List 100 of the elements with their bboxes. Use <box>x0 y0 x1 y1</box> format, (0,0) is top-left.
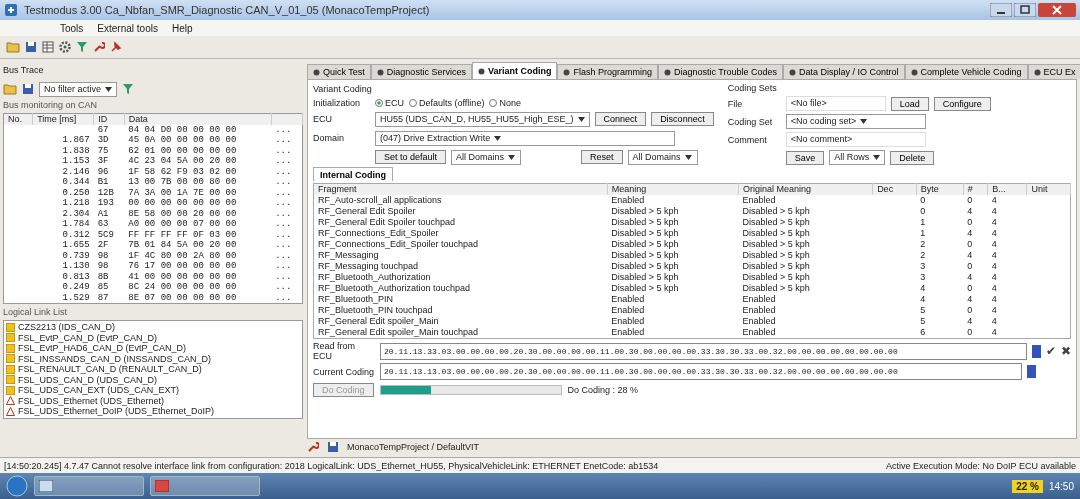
delete-button[interactable]: Delete <box>890 150 935 165</box>
column-header[interactable]: Fragment <box>313 183 608 195</box>
configure-button[interactable]: Configure <box>933 96 991 111</box>
logical-link-item[interactable]: FSL_RENAULT_CAN_D (RENAULT_CAN_D) <box>18 364 202 375</box>
table-cell: RF_General Edit spoiler_Main touchpad <box>313 327 608 339</box>
column-header[interactable]: No. <box>3 113 33 125</box>
table-cell-text: 4 <box>966 316 974 327</box>
filter-icon[interactable] <box>76 41 88 53</box>
progress-text: Do Coding : 28 % <box>567 385 639 395</box>
menu-item[interactable]: Tools <box>60 22 84 34</box>
save-button[interactable]: Save <box>785 150 825 165</box>
logical-link-item[interactable]: FSL_INSSANDS_CAN_D (INSSANDS_CAN_D) <box>18 353 212 364</box>
radio-option[interactable]: None <box>489 97 521 108</box>
column-header[interactable]: # <box>963 183 988 195</box>
pin-icon[interactable] <box>110 41 122 53</box>
logical-link-item[interactable]: FSL_UDS_CAN_EXT (UDS_CAN_EXT) <box>18 385 179 396</box>
table-cell: 0 <box>963 327 988 339</box>
table-cell: RF_Bluetooth_Authorization <box>313 272 608 283</box>
field-button[interactable] <box>1027 365 1036 378</box>
wrench-icon[interactable] <box>93 41 105 53</box>
taskbar-button[interactable] <box>150 476 260 496</box>
save-icon[interactable] <box>327 440 339 453</box>
tab[interactable]: Flash Programming <box>557 64 658 79</box>
column-header[interactable]: Time [ms] <box>32 113 94 125</box>
accept-mark[interactable]: ✔ <box>1046 344 1056 358</box>
filter-icon[interactable] <box>122 83 135 95</box>
folder-icon[interactable] <box>6 41 20 53</box>
column-header[interactable]: Original Meaning <box>738 183 873 195</box>
tab-icon <box>477 67 485 75</box>
table-cell: 1F 58 62 F9 03 02 00 <box>124 166 272 177</box>
connect-button[interactable]: Connect <box>594 112 647 126</box>
menu-item[interactable]: External tools <box>97 22 158 34</box>
load-button[interactable]: Load <box>890 96 929 111</box>
minimize-icon[interactable] <box>990 3 1012 17</box>
column-header[interactable]: Unit <box>1026 183 1071 195</box>
column-header[interactable]: B... <box>987 183 1027 195</box>
coding-value-field[interactable]: 20.11.13.33.03.00.00.00.00.20.30.00.00.00.00.11.00.30.00.00.00.00.33.30.30.33.00.32.00.00.00.00.00.00.00.00 <box>380 342 1027 360</box>
tab[interactable]: Variant Coding <box>471 62 558 79</box>
tab[interactable]: Diagnostic Services <box>370 64 472 79</box>
column-header[interactable]: Dec <box>872 183 917 195</box>
start-icon[interactable] <box>6 475 28 497</box>
logical-link-item[interactable]: FSL_EvtP_CAN_D (EvtP_CAN_D) <box>18 332 158 343</box>
ecu-dropdown[interactable]: HU55 (UDS_CAN_D, HU55_HU55_High_ESE_) <box>375 111 590 127</box>
table-cell-text: 2 <box>919 239 927 250</box>
gear-icon[interactable] <box>59 41 71 53</box>
table-cell-text: 1 <box>919 217 927 228</box>
column-header[interactable]: Meaning <box>607 183 739 195</box>
table-cell: FF FF FF FF 0F 03 00 <box>124 229 272 240</box>
close-icon[interactable] <box>1038 3 1076 17</box>
comment-field[interactable]: <No comment> <box>785 132 926 147</box>
filter-dropdown[interactable]: No filter active <box>39 81 118 97</box>
tab-icon <box>563 68 571 76</box>
logical-link-item[interactable]: CZS2213 (IDS_CAN_D) <box>18 322 116 333</box>
table-cell-text: 0 <box>966 261 974 272</box>
table-icon[interactable] <box>42 41 54 53</box>
domain-filter-dropdown[interactable]: All Domains <box>451 149 522 165</box>
coding-value-field[interactable]: 20.11.13.13.03.00.00.00.00.20.30.00.00.00.00.11.00.30.00.00.00.00.33.30.30.33.00.32.00.00.00.00.00.00.00.00 <box>380 363 1022 380</box>
domain-filter-dropdown[interactable]: All Domains <box>627 149 698 165</box>
field-button[interactable] <box>1032 344 1041 358</box>
tab[interactable]: Quick Test <box>307 64 371 79</box>
table-cell: 2.146 <box>32 166 94 177</box>
column-header[interactable]: Byte <box>916 183 964 195</box>
taskbar-button[interactable] <box>34 476 144 496</box>
coding-set-dropdown[interactable]: <No coding set> <box>785 114 926 129</box>
tab[interactable]: Diagnostic Trouble Codes <box>657 64 783 79</box>
column-header[interactable]: Data <box>124 113 272 125</box>
file-field[interactable]: <No file> <box>785 96 886 111</box>
logical-link-item[interactable]: FSL_EvtP_HAD6_CAN_D (EvtP_CAN_D) <box>18 343 187 354</box>
rows-dropdown[interactable]: All Rows <box>829 150 886 165</box>
save-icon[interactable] <box>22 83 34 95</box>
sub-tab[interactable]: Internal Coding <box>313 167 393 181</box>
tray-badge[interactable]: 22 % <box>1012 479 1043 493</box>
set-default-button[interactable]: Set to default <box>375 150 447 164</box>
window-icon <box>155 480 169 492</box>
logical-link-item[interactable]: FSL_UDS_Ethernet_DoIP (UDS_Ethernet_DoIP) <box>18 406 214 417</box>
radio-option[interactable]: ECU <box>375 97 404 108</box>
tab[interactable]: ECU Ex <box>1027 64 1080 79</box>
table-cell: ... <box>271 219 303 230</box>
table-cell: RF_General Edit Spoiler <box>313 206 608 217</box>
domain-dropdown[interactable]: (047) Drive Extraction Write <box>375 130 675 146</box>
radio-option[interactable]: Defaults (offline) <box>409 97 485 108</box>
table-cell: 1.867 <box>32 135 94 146</box>
maximize-icon[interactable] <box>1014 3 1036 17</box>
table-cell: ... <box>271 271 303 282</box>
reset-button[interactable]: Reset <box>581 150 623 164</box>
column-header[interactable]: ID <box>93 113 125 125</box>
logical-link-item[interactable]: FSL_UDS_Ethernet (UDS_Ethernet) <box>18 395 165 406</box>
menu-item[interactable]: Help <box>171 22 193 34</box>
disconnect-button[interactable]: Disconnect <box>651 112 714 126</box>
tab-icon <box>910 68 918 76</box>
window-icon <box>39 480 53 492</box>
logical-link-item[interactable]: FSL_UDS_CAN_D (UDS_CAN_D) <box>18 374 158 385</box>
save-icon[interactable] <box>25 41 37 53</box>
wrench-icon[interactable] <box>307 440 319 453</box>
folder-icon[interactable] <box>3 83 17 95</box>
reject-mark[interactable]: ✖ <box>1061 344 1071 358</box>
tab[interactable]: Data Display / IO Control <box>783 64 905 79</box>
table-cell: 2.304 <box>32 208 94 219</box>
table-cell: 0 <box>963 195 988 206</box>
tab[interactable]: Complete Vehicle Coding <box>904 64 1028 79</box>
